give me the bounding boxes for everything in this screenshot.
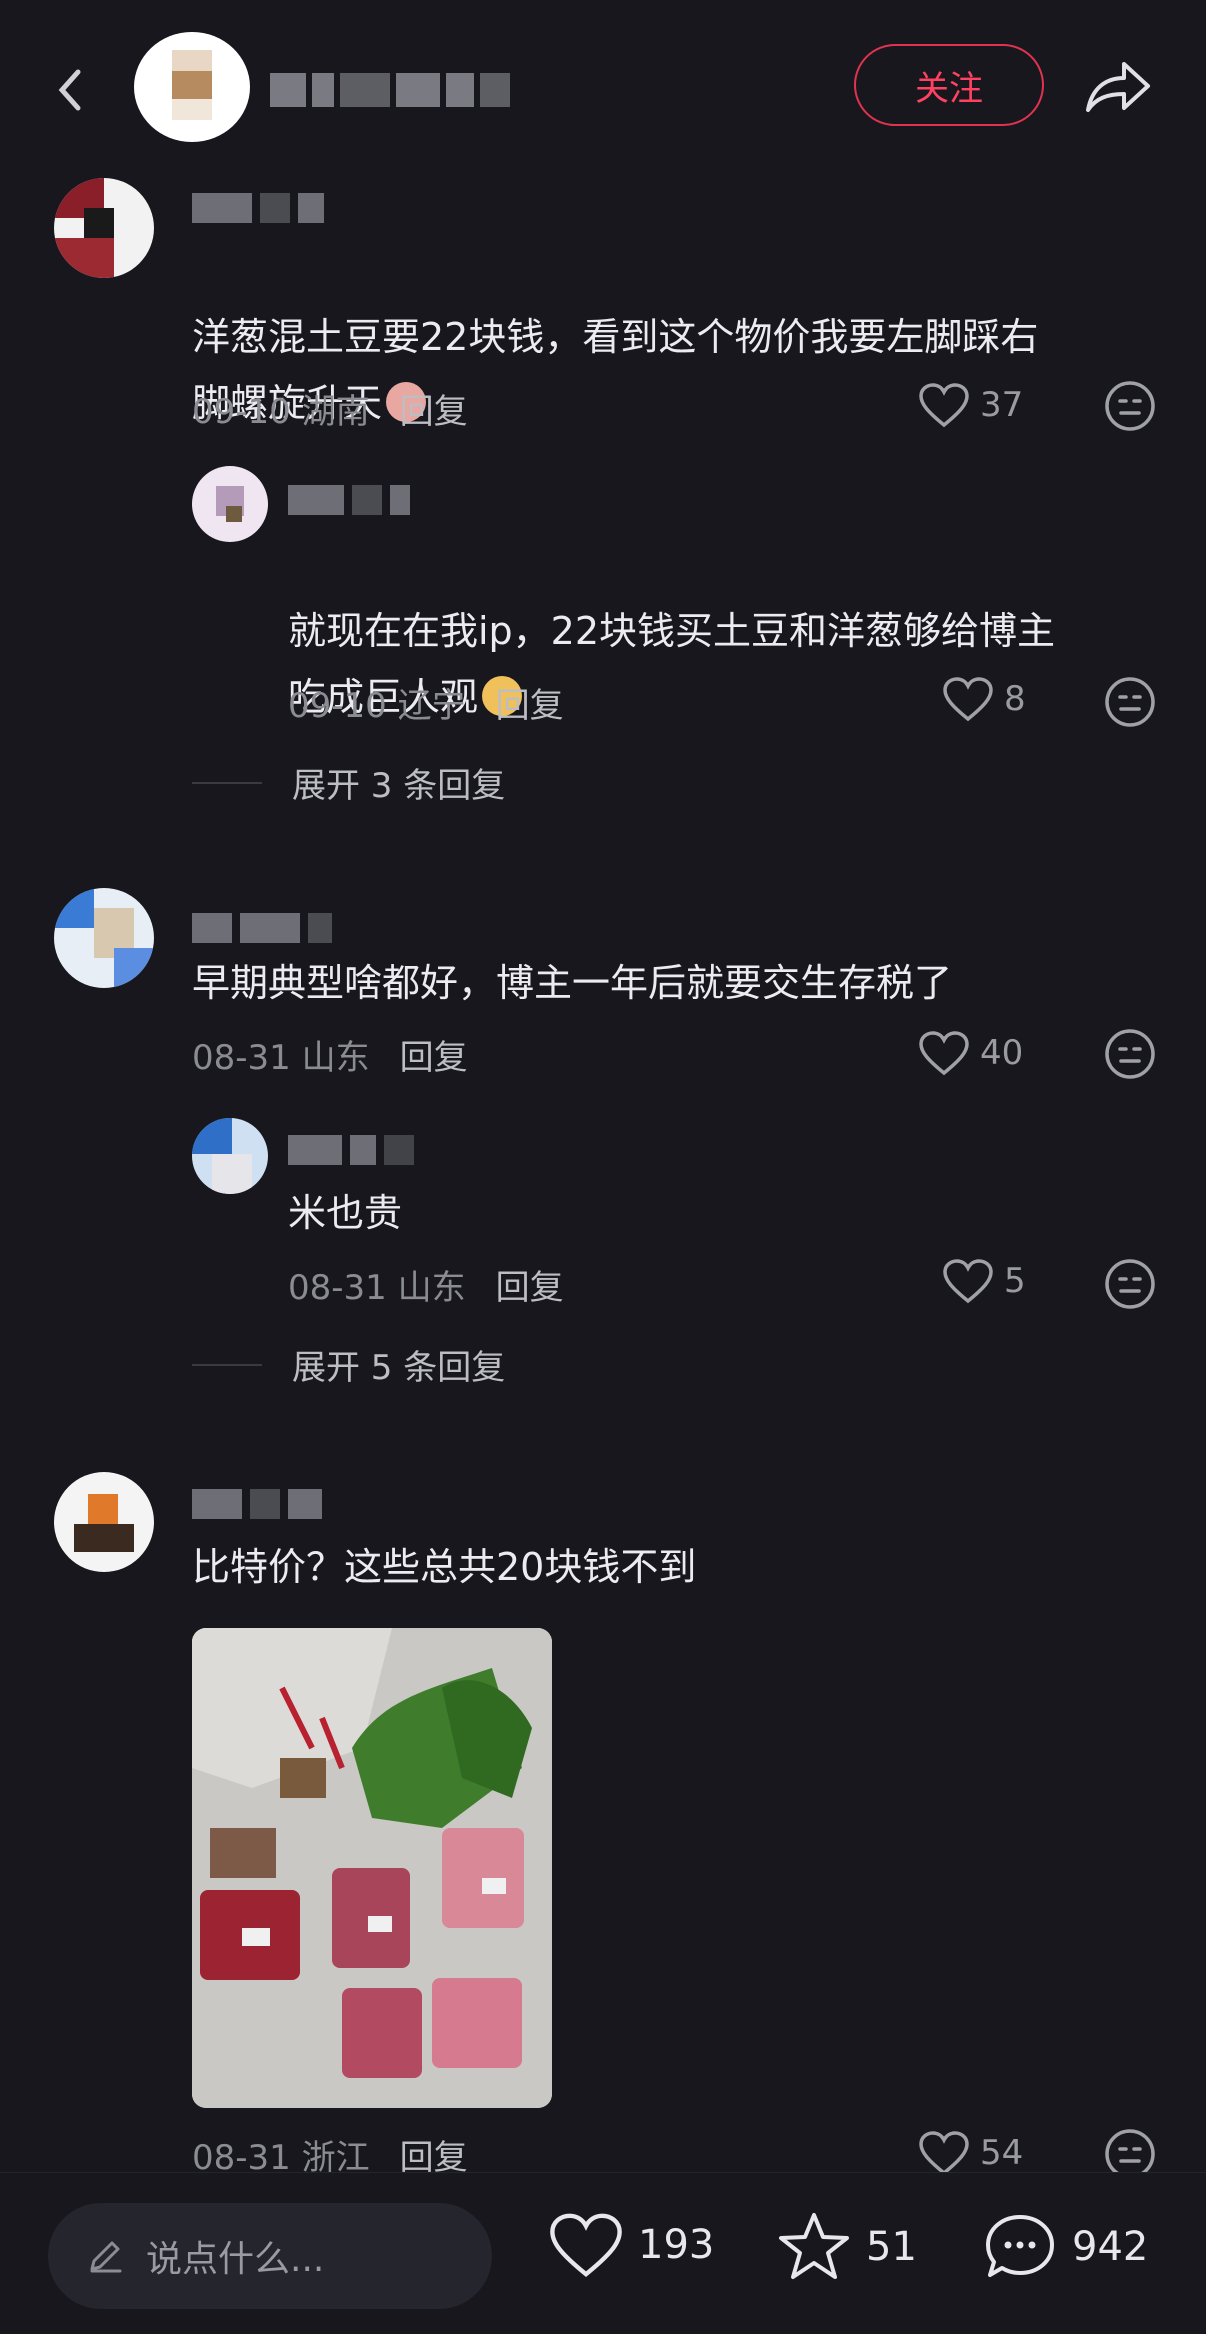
avatar[interactable] (54, 888, 154, 988)
expand-replies-button[interactable]: 展开 3 条回复 (192, 758, 505, 807)
reply-meta: 08-31 山东 回复 (288, 1260, 564, 1309)
heart-icon (943, 1259, 993, 1304)
like-button[interactable]: 8 (942, 676, 1026, 722)
favorite-total: 51 (866, 2224, 917, 2270)
avatar[interactable] (192, 1118, 268, 1194)
heart-icon (919, 383, 969, 428)
avatar[interactable] (54, 1472, 154, 1572)
comment-text[interactable]: 早期典型啥都好，博主一年后就要交生存税了 (192, 950, 1152, 1016)
heart-icon (943, 677, 993, 722)
avatar[interactable] (54, 178, 154, 278)
comment-photo-groceries[interactable] (192, 1628, 552, 2108)
like-count: 5 (1004, 1261, 1026, 1301)
like-button[interactable]: 54 (918, 2130, 1023, 2176)
like-total: 193 (638, 2222, 715, 2268)
emoji-reaction-icon[interactable] (1104, 380, 1156, 432)
comment-page: 关注 洋葱混土豆要22块钱，看到这个物价我要左脚踩右 脚螺旋升天 09-10 湖… (0, 0, 1206, 2334)
reply-button[interactable]: 回复 (496, 1260, 564, 1309)
favorite-button[interactable]: 51 (776, 2211, 917, 2283)
divider (192, 781, 262, 784)
like-count: 8 (1004, 679, 1026, 719)
follow-button[interactable]: 关注 (854, 44, 1044, 126)
comment-input[interactable]: 说点什么... (48, 2203, 492, 2309)
comment-text[interactable]: 比特价？这些总共20块钱不到 (192, 1534, 1152, 1600)
avatar[interactable] (192, 466, 268, 542)
author-avatar[interactable] (134, 32, 250, 142)
top-bar: 关注 (0, 0, 1206, 170)
comment-meta: 09-10 湖南 回复 (192, 384, 468, 433)
reply-meta: 09-10 辽宁 回复 (288, 678, 564, 727)
author-name-blurred[interactable] (270, 70, 510, 110)
comment-input-placeholder: 说点什么... (146, 2239, 325, 2280)
username-blurred[interactable] (192, 190, 324, 226)
heart-icon (919, 2131, 969, 2176)
like-button[interactable]: 37 (918, 382, 1023, 428)
emoji-reaction-icon[interactable] (1104, 1028, 1156, 1080)
emoji-reaction-icon[interactable] (1104, 1258, 1156, 1310)
username-blurred[interactable] (192, 1486, 322, 1522)
comment-meta: 08-31 山东 回复 (192, 1030, 468, 1079)
bottom-action-bar: 说点什么... 193 51 942 (0, 2172, 1206, 2334)
comment-bubble-icon (986, 2215, 1054, 2277)
heart-icon (550, 2213, 622, 2278)
share-icon[interactable] (1082, 52, 1154, 118)
star-icon (779, 2213, 849, 2279)
like-count: 54 (980, 2133, 1024, 2173)
reply-button[interactable]: 回复 (400, 1030, 468, 1079)
reply-button[interactable]: 回复 (496, 678, 564, 727)
like-count: 37 (980, 385, 1024, 425)
like-count: 40 (980, 1033, 1024, 1073)
like-total-button[interactable]: 193 (548, 2211, 714, 2279)
heart-icon (919, 1031, 969, 1076)
comment-total: 942 (1072, 2224, 1149, 2270)
emoji-reaction-icon[interactable] (1104, 676, 1156, 728)
pencil-icon (90, 2241, 122, 2273)
like-button[interactable]: 40 (918, 1030, 1023, 1076)
grocery-photo-illustration (192, 1628, 552, 2108)
expand-replies-button[interactable]: 展开 5 条回复 (192, 1340, 505, 1389)
back-arrow-icon[interactable] (50, 60, 90, 120)
reply-button[interactable]: 回复 (400, 384, 468, 433)
username-blurred[interactable] (288, 1132, 414, 1168)
like-button[interactable]: 5 (942, 1258, 1026, 1304)
divider (192, 1363, 262, 1366)
username-blurred[interactable] (288, 482, 410, 518)
username-blurred[interactable] (192, 910, 332, 946)
reply-text[interactable]: 米也贵 (288, 1180, 1168, 1246)
comments-button[interactable]: 942 (982, 2211, 1148, 2283)
